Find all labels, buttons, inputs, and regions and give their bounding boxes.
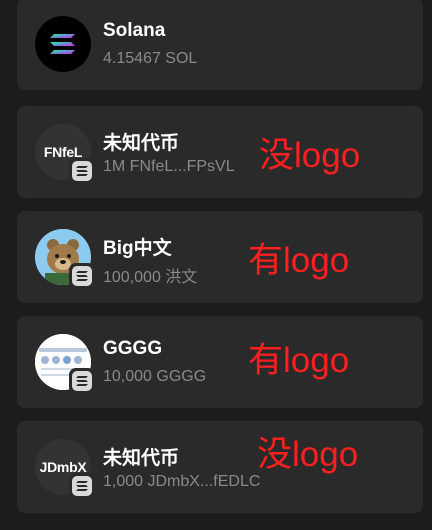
chain-badge — [69, 263, 95, 289]
chain-badge — [69, 158, 95, 184]
token-amount: 1M FNfeL...FPsVL — [103, 158, 235, 175]
token-name: Big中文 — [103, 238, 172, 259]
annotation-has-logo: 有logo — [248, 241, 350, 280]
solana-badge-icon — [76, 376, 88, 386]
token-amount: 1,000 JDmbX...fEDLC — [103, 473, 261, 490]
token-card-fnfel[interactable]: FNfeL 未知代币 1M FNfeL...FPsVL 没logo — [17, 106, 423, 198]
token-card-big[interactable]: Big中文 100,000 洪文 有logo — [17, 211, 423, 303]
token-name: GGGG — [103, 338, 163, 359]
token-amount: 100,000 洪文 — [103, 269, 198, 286]
solana-badge-icon — [76, 481, 88, 491]
token-name: 未知代币 — [103, 133, 180, 154]
chain-badge — [69, 473, 95, 499]
token-name: 未知代币 — [103, 448, 180, 469]
annotation-no-logo: 没logo — [257, 435, 359, 474]
token-card-gggg[interactable]: GGGG 10,000 GGGG 有logo — [17, 316, 423, 408]
solana-logo-icon — [35, 16, 91, 72]
token-amount: 4.15467 SOL — [103, 50, 198, 67]
chain-badge — [69, 368, 95, 394]
annotation-has-logo: 有logo — [248, 341, 350, 380]
token-card-solana[interactable]: Solana 4.15467 SOL — [17, 0, 423, 90]
token-card-jdmbx[interactable]: JDmbX 未知代币 1,000 JDmbX...fEDLC 没logo — [17, 421, 423, 513]
token-list: Solana 4.15467 SOL FNfeL 未知代币 1M FNfeL..… — [0, 0, 432, 530]
annotation-no-logo: 没logo — [259, 136, 361, 175]
token-name: Solana — [103, 20, 166, 41]
token-amount: 10,000 GGGG — [103, 368, 207, 385]
solana-badge-icon — [76, 166, 88, 176]
solana-badge-icon — [76, 271, 88, 281]
